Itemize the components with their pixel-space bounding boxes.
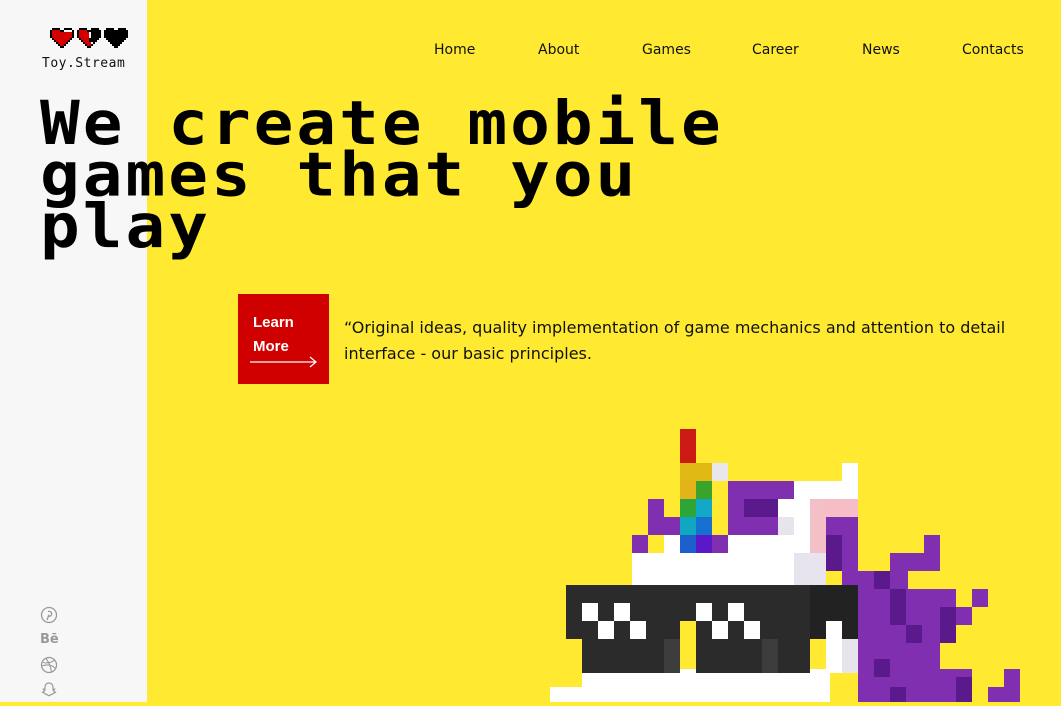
nav-career[interactable]: Career [752, 42, 799, 58]
main-nav: Home About Games Career News Contacts [434, 42, 1024, 62]
hearts-icon [50, 28, 128, 48]
learn-more-button[interactable]: Learn More [238, 294, 329, 384]
principles-quote: “Original ideas, quality implementation … [344, 318, 1006, 363]
nav-contacts[interactable]: Contacts [962, 42, 1024, 58]
learn-more-label-line2: More [253, 338, 289, 355]
hero-headline: We create mobile games that you play [40, 93, 940, 257]
nav-about[interactable]: About [538, 42, 579, 58]
brand-name: Toy.Stream [42, 56, 126, 71]
arrow-right-icon [250, 356, 317, 368]
dribbble-icon[interactable] [40, 656, 58, 674]
learn-more-label-line1: Learn [253, 314, 294, 331]
learn-more-label: Learn More [253, 311, 323, 359]
nav-home[interactable]: Home [434, 42, 475, 58]
social-links: Bē [40, 606, 60, 706]
snapchat-icon[interactable] [40, 681, 58, 699]
pinterest-icon[interactable] [40, 606, 58, 624]
pixel-unicorn-illustration [550, 429, 1020, 702]
behance-icon[interactable]: Bē [40, 631, 59, 649]
nav-news[interactable]: News [862, 42, 900, 58]
nav-games[interactable]: Games [642, 42, 691, 58]
